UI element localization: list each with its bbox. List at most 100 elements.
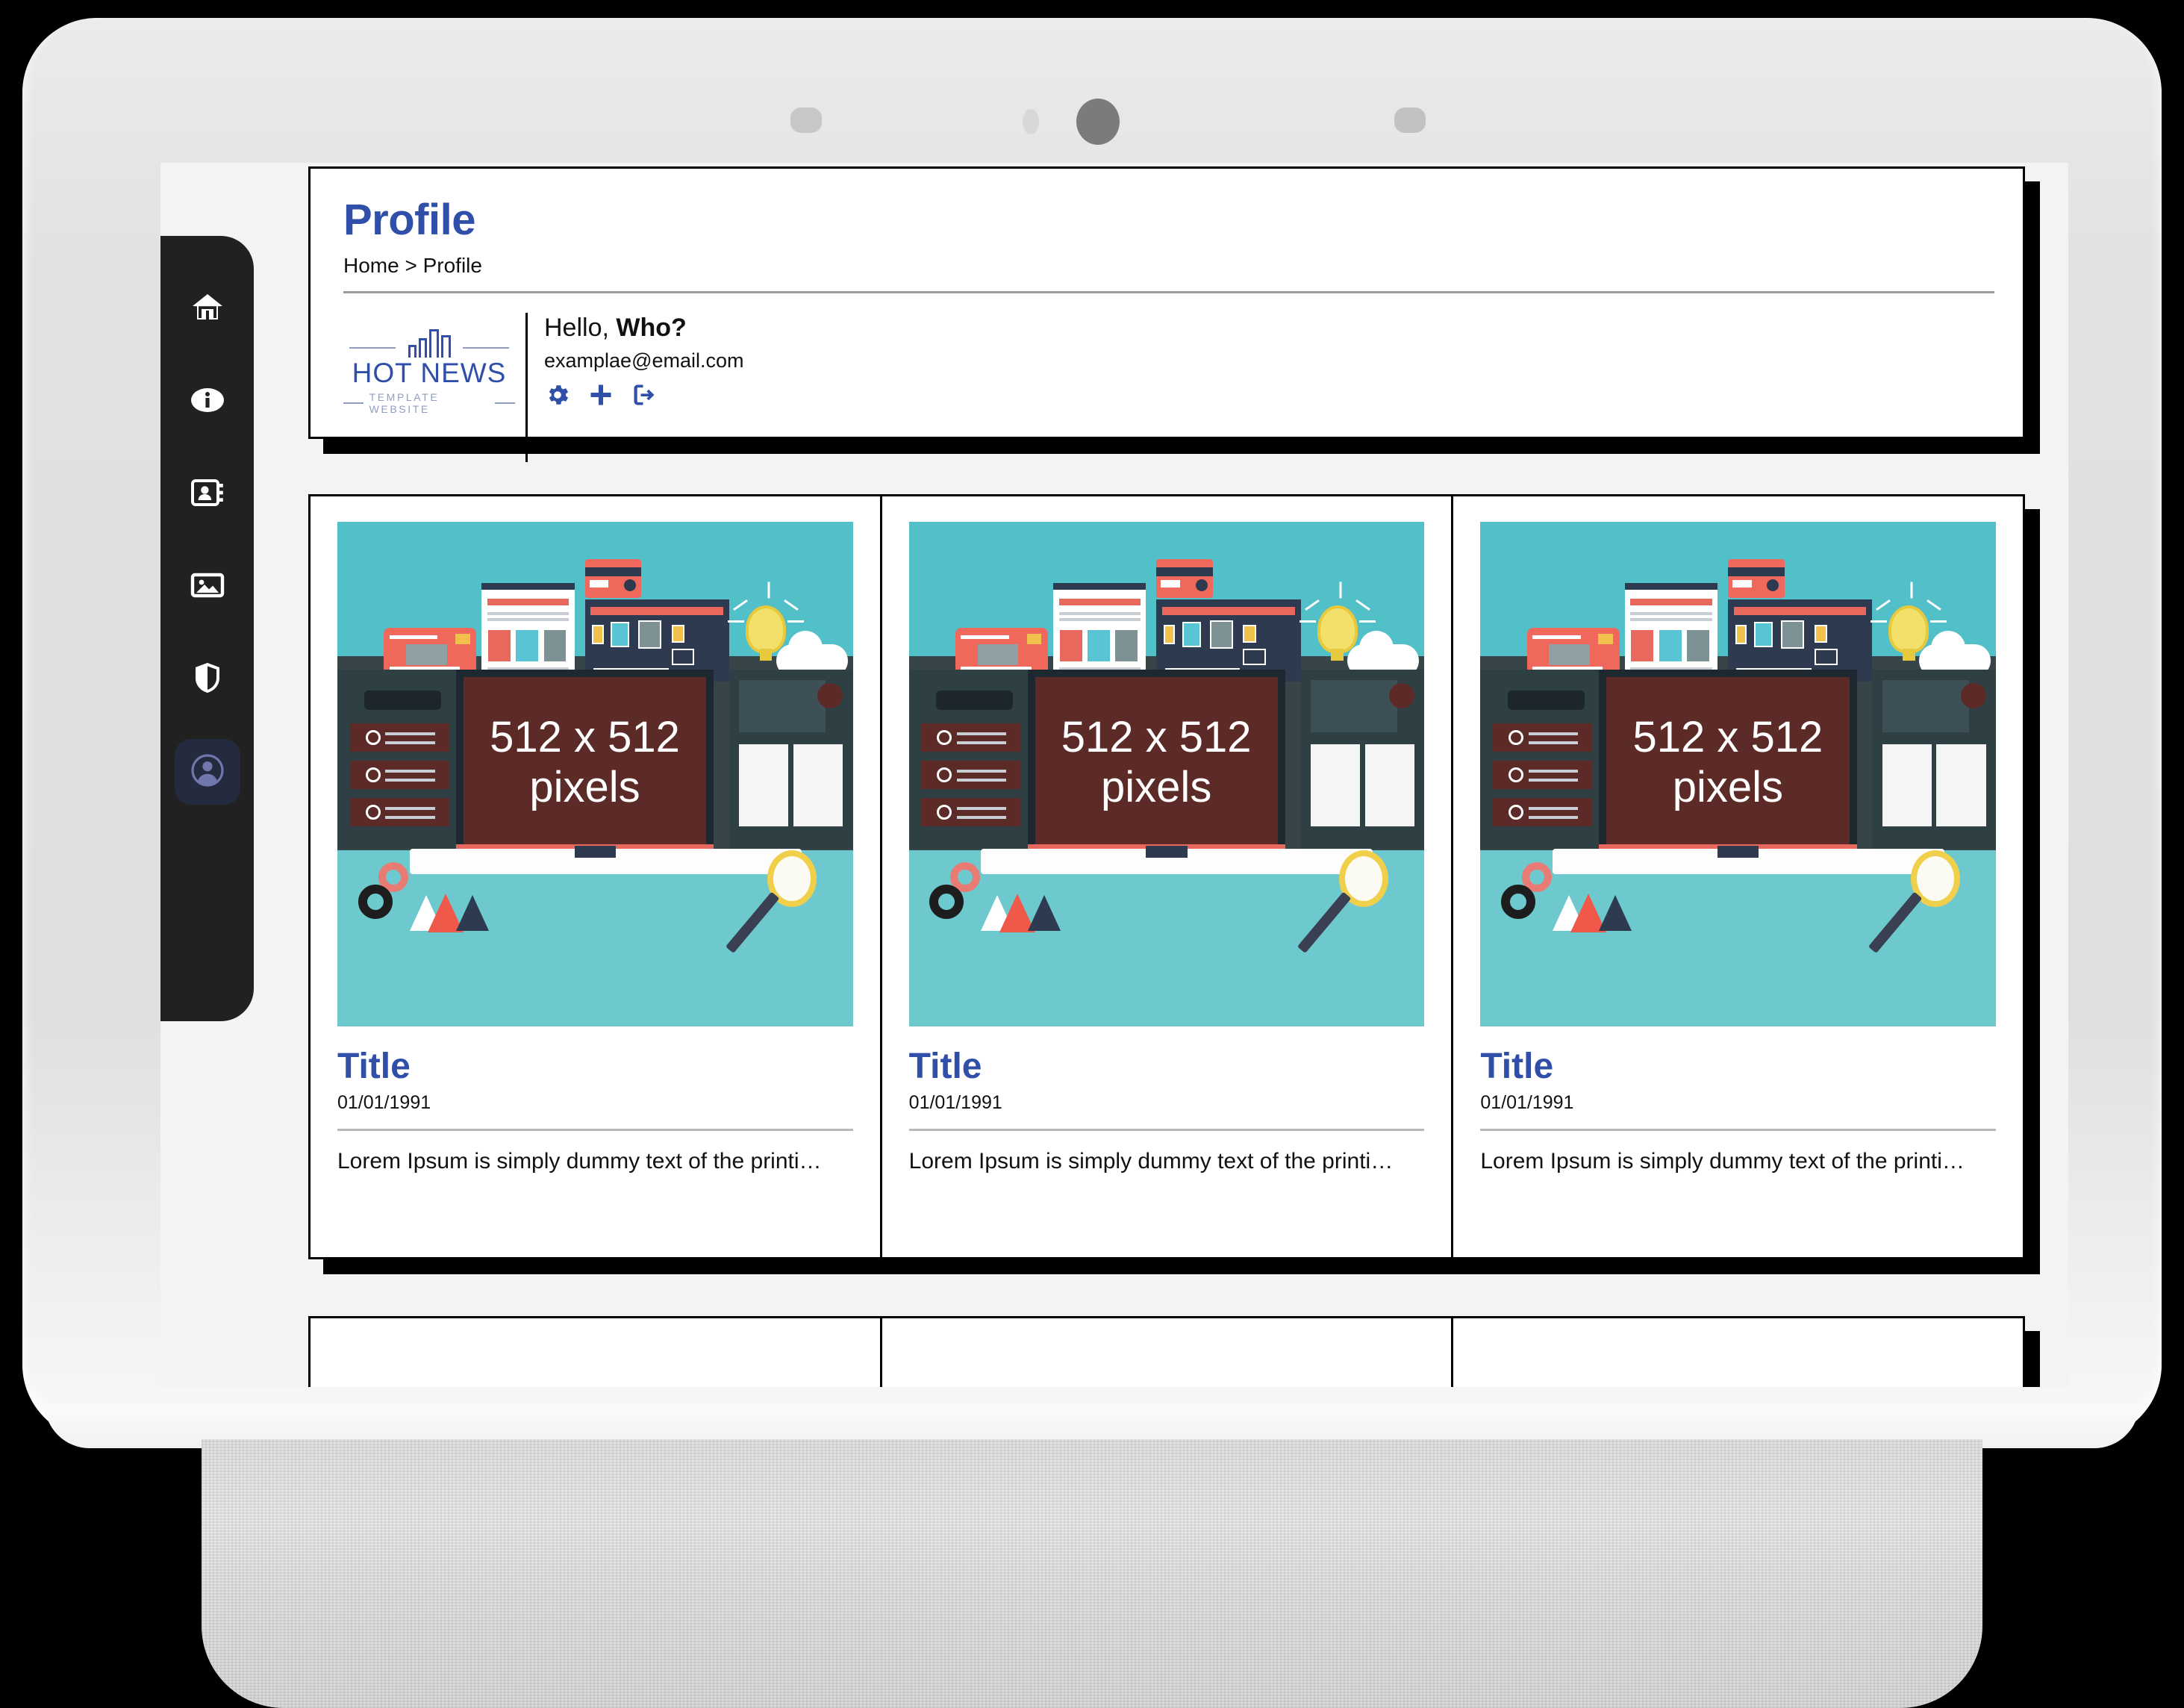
- logo-bar-2: [418, 338, 427, 358]
- sidebar-item-home[interactable]: [175, 276, 240, 342]
- cards-row: 512 x 512 pixels Title 01/01/1991 Lorem …: [308, 494, 2025, 1259]
- illustration-triangle-dark: [1599, 895, 1632, 931]
- sign-out-icon[interactable]: [631, 381, 658, 412]
- logo-bars: [408, 329, 451, 358]
- illustration-browser-window: [1624, 583, 1718, 677]
- camera-lens-icon: [1076, 99, 1120, 145]
- card-thumbnail: 512 x 512 pixels: [908, 522, 1425, 1026]
- card-thumbnail: 512 x 512 pixels: [337, 522, 853, 1026]
- speaker-grille-left-icon: [790, 107, 822, 133]
- home-icon: [190, 290, 225, 329]
- card-date: 01/01/1991: [337, 1092, 431, 1113]
- plus-icon[interactable]: [587, 381, 614, 412]
- illustration-lightbulb-icon: [1871, 582, 1947, 661]
- thumbnail-size-label: 512 x 512 pixels: [1035, 677, 1278, 849]
- sidebar-nav: [160, 236, 254, 1021]
- smart-display-device: Profile Home > Profile HOT NEWS TEMPLATE…: [22, 18, 2162, 1439]
- profile-info: Hello, Who? examplae@email.com: [525, 313, 744, 462]
- illustration-browser-window: [481, 583, 575, 677]
- main-content: Profile Home > Profile HOT NEWS TEMPLATE…: [301, 163, 2068, 1387]
- contacts-icon: [190, 475, 225, 514]
- shield-icon: [190, 660, 225, 699]
- card-title[interactable]: Title: [1480, 1049, 1996, 1085]
- logo-hairline-right: [463, 347, 509, 349]
- illustration-triangle-dark: [1027, 895, 1061, 931]
- device-screen: Profile Home > Profile HOT NEWS TEMPLATE…: [160, 163, 2068, 1387]
- news-card[interactable]: 512 x 512 pixels Title 01/01/1991 Lorem …: [1453, 496, 2023, 1257]
- sidebar-item-contacts[interactable]: [175, 461, 240, 527]
- thumbnail-size-label: 512 x 512 pixels: [464, 677, 706, 849]
- illustration-gear-icon-large: [358, 885, 393, 919]
- brand-logo: HOT NEWS TEMPLATE WEBSITE: [343, 313, 515, 415]
- illustration-monitor: 512 x 512 pixels: [1599, 670, 1857, 849]
- logo-bar-1: [408, 345, 416, 358]
- gear-icon[interactable]: [544, 381, 571, 412]
- card-title[interactable]: Title: [909, 1049, 1425, 1085]
- ambient-light-sensor-icon: [1023, 109, 1039, 134]
- news-card[interactable]: [882, 1318, 1454, 1387]
- illustration-right-panel: [1872, 670, 1997, 849]
- brand-tagline: TEMPLATE WEBSITE: [369, 390, 440, 415]
- illustration-left-panel: [337, 670, 461, 849]
- illustration-gear-icon-large: [929, 885, 964, 919]
- news-card[interactable]: [311, 1318, 882, 1387]
- card-divider: [1480, 1129, 1997, 1131]
- breadcrumb: Home > Profile: [343, 254, 482, 277]
- illustration-credit-card: [1727, 559, 1785, 598]
- illustration-left-panel: [908, 670, 1033, 849]
- news-card[interactable]: 512 x 512 pixels Title 01/01/1991 Lorem …: [882, 496, 1454, 1257]
- card-divider: [908, 1129, 1425, 1131]
- profile-row: HOT NEWS TEMPLATE WEBSITE Hello, Who? ex…: [343, 313, 1990, 462]
- illustration-browser-window: [1053, 583, 1146, 677]
- illustration-monitor: 512 x 512 pixels: [455, 670, 714, 849]
- card-title[interactable]: Title: [337, 1049, 853, 1085]
- greeting-name: Who?: [616, 314, 687, 342]
- illustration-credit-card: [1156, 559, 1214, 598]
- brand-chart-icon: [343, 328, 515, 358]
- logo-bar-4: [440, 335, 451, 358]
- card-description: Lorem Ipsum is simply dummy text of the …: [337, 1149, 822, 1174]
- card-date: 01/01/1991: [908, 1092, 1002, 1113]
- thumbnail-size-label: 512 x 512 pixels: [1606, 677, 1849, 849]
- cards-row-next: [308, 1316, 2025, 1387]
- speaker-grille-right-icon: [1394, 107, 1426, 133]
- sidebar-item-info[interactable]: [175, 369, 240, 434]
- sidebar-item-security[interactable]: [175, 646, 240, 712]
- logo-hairline-left: [349, 347, 396, 349]
- logo-bar-3: [428, 329, 439, 358]
- image-icon: [190, 567, 225, 607]
- tagline-line-left: [343, 402, 364, 404]
- thumbnail-size-line2: pixels: [1101, 763, 1212, 811]
- illustration-gear-icon-large: [1500, 885, 1535, 919]
- header-divider: [343, 291, 1994, 293]
- brand-tagline-row: TEMPLATE WEBSITE: [343, 391, 515, 415]
- page-title: Profile: [343, 196, 476, 244]
- user-icon: [190, 752, 225, 792]
- card-divider: [337, 1129, 853, 1131]
- profile-actions: [544, 381, 744, 412]
- greeting-prefix: Hello,: [544, 314, 617, 342]
- illustration-monitor: 512 x 512 pixels: [1027, 670, 1285, 849]
- news-card[interactable]: [1453, 1318, 2023, 1387]
- illustration-monitor-foot: [1146, 846, 1188, 858]
- screenshot-root: Profile Home > Profile HOT NEWS TEMPLATE…: [0, 0, 2184, 1708]
- illustration-right-panel: [728, 670, 853, 849]
- thumbnail-size-line2: pixels: [1672, 763, 1783, 811]
- card-date: 01/01/1991: [1480, 1092, 1574, 1113]
- illustration-right-panel: [1300, 670, 1425, 849]
- greeting: Hello, Who?: [544, 313, 744, 343]
- brand-wordmark: HOT NEWS: [352, 358, 507, 388]
- card-thumbnail: 512 x 512 pixels: [1480, 522, 1997, 1026]
- illustration-lightbulb-icon: [1299, 582, 1376, 661]
- sidebar-item-profile[interactable]: [174, 739, 240, 805]
- user-email: examplae@email.com: [544, 349, 744, 372]
- thumbnail-size-line1: 512 x 512: [490, 713, 680, 762]
- sidebar-item-gallery[interactable]: [175, 554, 240, 620]
- thumbnail-size-line1: 512 x 512: [1061, 713, 1252, 762]
- speaker-fabric-base: [202, 1439, 1982, 1708]
- illustration-monitor-foot: [1717, 846, 1759, 858]
- thumbnail-size-line1: 512 x 512: [1632, 713, 1823, 762]
- illustration-triangle-dark: [455, 895, 489, 931]
- illustration-lightbulb-icon: [727, 582, 804, 661]
- news-card[interactable]: 512 x 512 pixels Title 01/01/1991 Lorem …: [311, 496, 882, 1257]
